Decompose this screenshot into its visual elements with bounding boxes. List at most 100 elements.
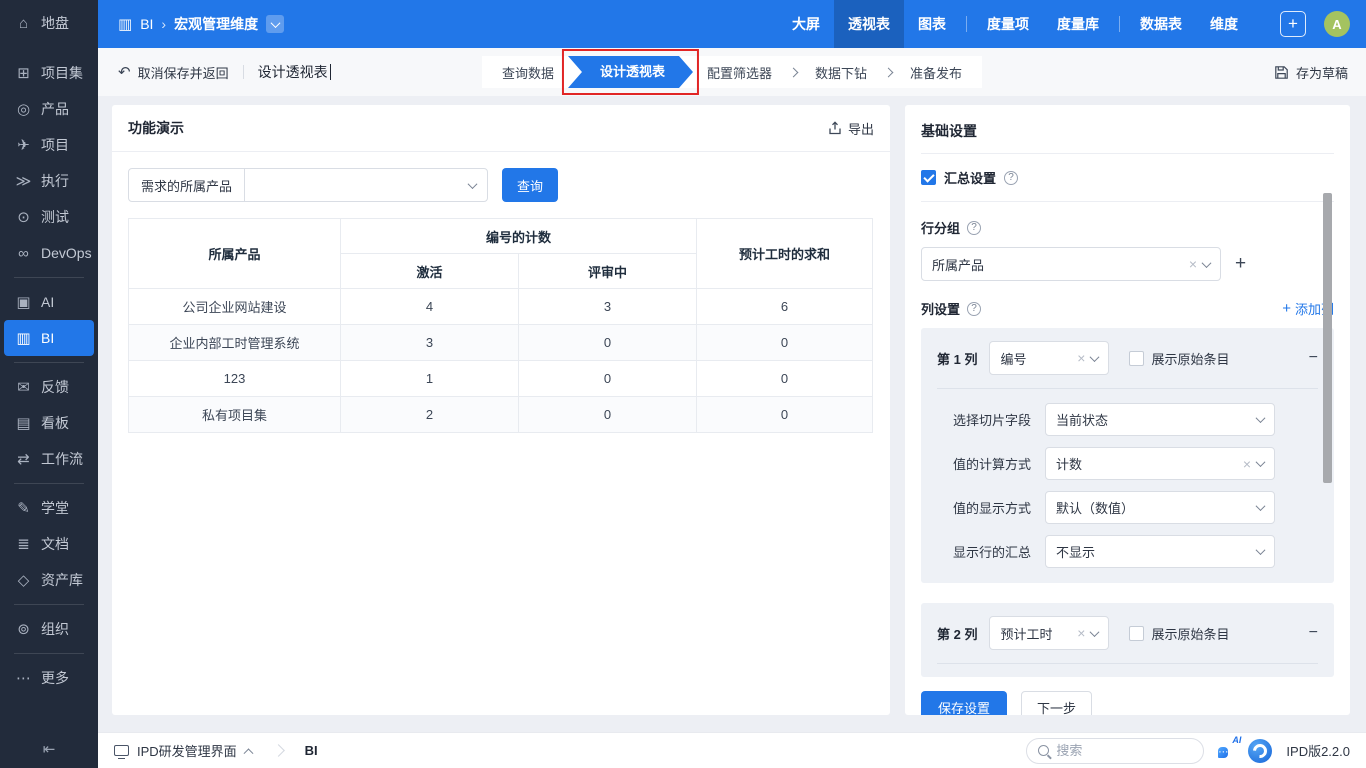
show-raw-checkbox[interactable] xyxy=(1129,351,1144,366)
calc-method-select[interactable]: 计数 × xyxy=(1045,447,1275,480)
avatar[interactable]: A xyxy=(1324,11,1350,37)
show-raw-checkbox[interactable] xyxy=(1129,626,1144,641)
query-button[interactable]: 查询 xyxy=(502,168,558,202)
sidebar-item-workflow[interactable]: ⇄ 工作流 xyxy=(4,441,94,477)
settings-title: 基础设置 xyxy=(921,105,1334,153)
sidebar-item-project[interactable]: ✈ 项目 xyxy=(4,127,94,163)
sidebar-item-kanban[interactable]: ▤ 看板 xyxy=(4,405,94,441)
topbar: ▥ BI › 宏观管理维度 大屏 透视表 图表 度量项 度量库 数据表 维度 +… xyxy=(98,0,1366,48)
sidebar-item-project-sets[interactable]: ⊞ 项目集 xyxy=(4,55,94,91)
column-2-field-select[interactable]: 预计工时 × xyxy=(989,616,1109,650)
sidebar-item-academy[interactable]: ✎ 学堂 xyxy=(4,490,94,526)
sidebar-item-more[interactable]: ⋯ 更多 xyxy=(4,660,94,696)
save-settings-button[interactable]: 保存设置 xyxy=(921,691,1007,715)
tab-pivot-table[interactable]: 透视表 xyxy=(834,0,904,48)
column-2-index-label: 第 2 列 xyxy=(937,624,977,643)
tab-data-tables[interactable]: 数据表 xyxy=(1126,0,1196,48)
column-2-field-value: 预计工时 xyxy=(1000,624,1073,643)
collapse-column-button[interactable]: − xyxy=(1309,349,1318,367)
display-method-select[interactable]: 默认（数值） xyxy=(1045,491,1275,524)
global-search[interactable] xyxy=(1026,738,1204,764)
row-summary-value: 不显示 xyxy=(1056,542,1257,561)
breadcrumb: ▥ BI › 宏观管理维度 xyxy=(118,14,284,34)
tab-measures[interactable]: 度量项 xyxy=(973,0,1043,48)
cell-product: 公司企业网站建设 xyxy=(129,289,341,325)
sidebar-item-assets[interactable]: ◇ 资产库 xyxy=(4,562,94,598)
sidebar-item-bi[interactable]: ▥ BI xyxy=(4,320,94,356)
search-input[interactable] xyxy=(1056,743,1192,758)
pivot-title-input[interactable]: 设计透视表 xyxy=(258,62,331,82)
sidebar-item-org[interactable]: ⊚ 组织 xyxy=(4,611,94,647)
column-1-field-select[interactable]: 编号 × xyxy=(989,341,1109,375)
next-step-button[interactable]: 下一步 xyxy=(1021,691,1092,715)
sidebar-item-execute[interactable]: ≫ 执行 xyxy=(4,163,94,199)
breadcrumb-app[interactable]: BI xyxy=(140,16,153,32)
table-row: 公司企业网站建设 4 3 6 xyxy=(129,289,873,325)
clear-icon[interactable]: × xyxy=(1189,256,1197,272)
tab-dashboard[interactable]: 大屏 xyxy=(778,0,834,48)
sidebar-item-home[interactable]: ⌂ 地盘 xyxy=(4,5,94,41)
sidebar-item-test[interactable]: ⊙ 测试 xyxy=(4,199,94,235)
add-row-group-button[interactable]: + xyxy=(1235,253,1246,275)
magnifier-icon: ⊙ xyxy=(15,208,32,226)
breadcrumb-page: 宏观管理维度 xyxy=(174,14,258,34)
rocket-icon: ✈ xyxy=(15,136,32,154)
table-row: 私有项目集 2 0 0 xyxy=(129,397,873,433)
row-group-select[interactable]: 所属产品 × xyxy=(921,247,1221,281)
pivot-toolbar: 取消保存并返回 设计透视表 查询数据 设计透视表 配置筛选器 数据下钻 准备发布 xyxy=(98,48,1366,96)
settings-scrollbar[interactable] xyxy=(1323,193,1332,483)
sidebar-item-product[interactable]: ◎ 产品 xyxy=(4,91,94,127)
chevron-down-icon xyxy=(469,176,487,194)
clear-icon[interactable]: × xyxy=(1077,625,1085,641)
cancel-save-return-label: 取消保存并返回 xyxy=(138,63,229,82)
step-design-pivot[interactable]: 设计透视表 xyxy=(568,56,693,88)
collapse-column-button[interactable]: − xyxy=(1309,624,1318,642)
cancel-save-return-button[interactable]: 取消保存并返回 xyxy=(118,63,229,82)
pencil-icon: ✎ xyxy=(15,499,32,517)
tab-dimensions[interactable]: 维度 xyxy=(1196,0,1252,48)
export-button[interactable]: 导出 xyxy=(828,119,874,138)
slice-field-select[interactable]: 当前状态 xyxy=(1045,403,1275,436)
sidebar-item-ai[interactable]: ▣ AI xyxy=(4,284,94,320)
cell-review: 3 xyxy=(519,289,697,325)
tab-measure-library[interactable]: 度量库 xyxy=(1043,0,1113,48)
create-new-button[interactable]: + xyxy=(1280,11,1306,37)
sidebar-item-feedback[interactable]: ✉ 反馈 xyxy=(4,369,94,405)
cell-active: 4 xyxy=(341,289,519,325)
chevron-up-icon xyxy=(243,748,253,758)
kanban-icon: ▤ xyxy=(15,414,32,432)
row-summary-label: 显示行的汇总 xyxy=(953,542,1045,561)
clear-icon[interactable]: × xyxy=(1243,456,1251,472)
sidebar-collapse-icon[interactable]: ⇤ xyxy=(0,740,98,758)
sidebar-item-docs[interactable]: ≣ 文档 xyxy=(4,526,94,562)
row-group-header: 行分组 xyxy=(921,202,1334,247)
ai-assistant-button[interactable]: ⋯ AI xyxy=(1218,742,1228,760)
sidebar-item-devops[interactable]: ∞ DevOps xyxy=(4,235,94,271)
monitor-icon xyxy=(114,745,129,756)
version-label: IPD版2.2.0 xyxy=(1286,741,1350,760)
divider xyxy=(937,663,1318,664)
help-icon[interactable] xyxy=(967,302,981,316)
row-summary-select[interactable]: 不显示 xyxy=(1045,535,1275,568)
cell-sum: 0 xyxy=(697,325,873,361)
current-module-label: BI xyxy=(305,743,318,758)
save-as-draft-button[interactable]: 存为草稿 xyxy=(1274,63,1348,82)
clear-icon[interactable]: × xyxy=(1077,350,1085,366)
step-data-drill[interactable]: 数据下钻 xyxy=(807,63,875,82)
column-1-header: 第 1 列 编号 × 展示原始条目 − xyxy=(937,341,1318,375)
row-group-label: 行分组 xyxy=(921,218,960,237)
field-row: 值的显示方式 默认（数值） xyxy=(937,491,1318,524)
step-query-data[interactable]: 查询数据 xyxy=(494,63,562,82)
mail-icon: ✉ xyxy=(15,378,32,396)
chevron-down-icon xyxy=(1202,258,1212,268)
tab-charts[interactable]: 图表 xyxy=(904,0,960,48)
help-icon[interactable] xyxy=(967,221,981,235)
product-filter-select[interactable]: 需求的所属产品 xyxy=(128,168,488,202)
step-prepare-publish[interactable]: 准备发布 xyxy=(902,63,970,82)
help-icon[interactable] xyxy=(1004,171,1018,185)
workspace-switcher[interactable]: IPD研发管理界面 xyxy=(114,741,252,760)
breadcrumb-dropdown-button[interactable] xyxy=(266,15,284,33)
summary-checkbox[interactable] xyxy=(921,170,936,185)
col-group-header-count: 编号的计数 xyxy=(341,219,697,254)
step-configure-filters[interactable]: 配置筛选器 xyxy=(699,63,780,82)
